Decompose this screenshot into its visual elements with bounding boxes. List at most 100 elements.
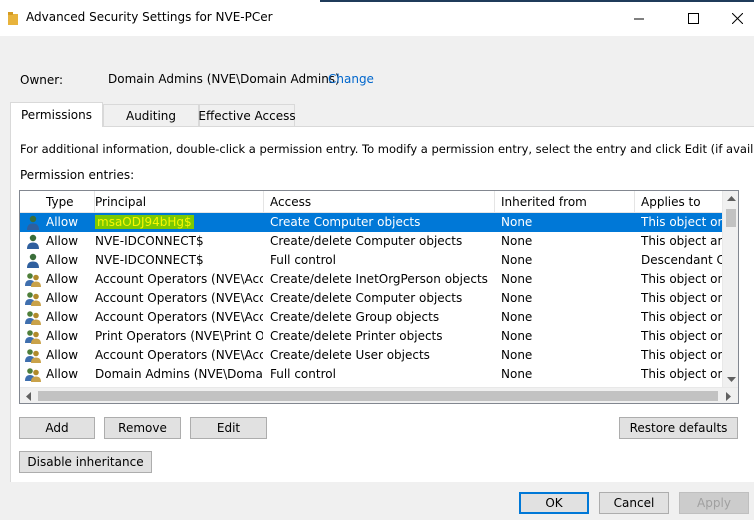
cell-type: Allow — [46, 348, 79, 362]
cell-applies-to: Descendant Co — [641, 253, 724, 267]
cell-principal: Domain Admins (NVE\Doma... — [95, 367, 263, 381]
cell-principal: Account Operators (NVE\Acc... — [95, 310, 263, 324]
permission-entries-label: Permission entries: — [20, 168, 135, 182]
owner-label: Owner: — [20, 73, 64, 87]
group-icon — [23, 270, 43, 289]
tab-permissions[interactable]: Permissions — [10, 102, 103, 127]
table-row[interactable]: Allow NVE-IDCONNECT$ Full control None Desce… — [20, 251, 724, 270]
cell-inherited-from: None — [501, 291, 533, 305]
vertical-scrollbar[interactable] — [722, 191, 738, 387]
scroll-left-icon[interactable] — [25, 392, 31, 401]
group-icon — [23, 289, 43, 308]
cell-access: Create Computer objects — [270, 215, 421, 229]
list-header: Type Principal Access Inherited from App… — [20, 191, 738, 213]
horizontal-scrollbar[interactable] — [20, 387, 738, 403]
group-icon — [23, 346, 43, 365]
cancel-button[interactable]: Cancel — [599, 492, 669, 514]
apply-button: Apply — [679, 492, 749, 514]
cell-access: Create/delete Printer objects — [270, 329, 443, 343]
column-header-type[interactable]: Type — [20, 191, 95, 213]
vertical-scroll-thumb[interactable] — [726, 209, 736, 227]
tab-effective-access[interactable]: Effective Access — [198, 104, 296, 126]
table-row[interactable]: Allow msaODJ94bHg$ Create Computer objects… — [20, 213, 724, 232]
taskbar-edge — [320, 0, 754, 2]
remove-button[interactable]: Remove — [104, 417, 181, 439]
table-row[interactable]: Allow Account Operators (NVE\Acc... Create… — [20, 289, 724, 308]
cell-access: Create/delete Computer objects — [270, 234, 463, 248]
cell-access: Create/delete Computer objects — [270, 291, 463, 305]
cell-type: Allow — [46, 234, 79, 248]
cell-type: Allow — [46, 253, 79, 267]
scroll-up-icon[interactable] — [727, 195, 736, 201]
horizontal-scroll-thumb[interactable] — [38, 391, 718, 401]
maximize-icon — [687, 12, 699, 24]
close-icon — [731, 12, 743, 24]
close-button[interactable] — [714, 4, 754, 32]
title-bar: Advanced Security Settings for NVE-PCer — [0, 0, 754, 36]
permission-entries-list[interactable]: Type Principal Access Inherited from App… — [19, 190, 739, 404]
cell-applies-to: This object only — [641, 367, 724, 381]
column-header-inherited-from[interactable]: Inherited from — [495, 191, 635, 213]
highlighted-principal: msaODJ94bHg$ — [95, 215, 194, 229]
cell-principal: Print Operators (NVE\Print O... — [95, 329, 263, 343]
folder-icon — [8, 12, 18, 25]
table-row[interactable]: Allow NVE-IDCONNECT$ Create/delete Compute… — [20, 232, 724, 251]
cell-applies-to: This object only — [641, 215, 724, 229]
table-row[interactable]: Allow Account Operators (NVE\Acc... Create… — [20, 346, 724, 365]
disable-inheritance-button[interactable]: Disable inheritance — [19, 451, 152, 473]
column-header-principal[interactable]: Principal — [89, 191, 264, 213]
column-header-access[interactable]: Access — [264, 191, 495, 213]
cell-principal: Account Operators (NVE\Acc... — [95, 348, 263, 362]
group-icon — [23, 365, 43, 384]
cell-inherited-from: None — [501, 310, 533, 324]
group-icon — [23, 308, 43, 327]
minimize-button[interactable] — [616, 4, 662, 32]
cell-access: Create/delete InetOrgPerson objects — [270, 272, 488, 286]
window-title: Advanced Security Settings for NVE-PCer — [26, 10, 273, 24]
cell-type: Allow — [46, 215, 79, 229]
cell-applies-to: This object only — [641, 272, 724, 286]
cell-inherited-from: None — [501, 215, 533, 229]
table-row[interactable]: Allow Domain Admins (NVE\Doma... Full cont… — [20, 365, 724, 384]
cell-applies-to: This object only — [641, 310, 724, 324]
cell-principal: msaODJ94bHg$ — [95, 213, 263, 232]
change-owner-link[interactable]: Change — [328, 72, 374, 86]
cell-access: Create/delete User objects — [270, 348, 430, 362]
ok-button[interactable]: OK — [519, 492, 589, 514]
cell-principal: Account Operators (NVE\Acc... — [95, 272, 263, 286]
scroll-down-icon[interactable] — [727, 377, 736, 383]
cell-type: Allow — [46, 310, 79, 324]
cell-access: Full control — [270, 253, 336, 267]
cell-inherited-from: None — [501, 272, 533, 286]
tab-auditing[interactable]: Auditing — [103, 104, 199, 126]
cell-inherited-from: None — [501, 234, 533, 248]
cell-access: Create/delete Group objects — [270, 310, 440, 324]
user-icon — [23, 232, 43, 251]
add-button[interactable]: Add — [19, 417, 95, 439]
cell-type: Allow — [46, 329, 79, 343]
table-row[interactable]: Allow Account Operators (NVE\Acc... Create… — [20, 270, 724, 289]
edit-button[interactable]: Edit — [190, 417, 267, 439]
cell-type: Allow — [46, 291, 79, 305]
table-row[interactable]: Allow Print Operators (NVE\Print O... Crea… — [20, 327, 724, 346]
cell-principal: NVE-IDCONNECT$ — [95, 253, 204, 267]
owner-value: Domain Admins (NVE\Domain Admins) — [108, 72, 340, 86]
user-icon — [23, 213, 43, 232]
info-text: For additional information, double-click… — [20, 142, 754, 156]
cell-type: Allow — [46, 367, 79, 381]
maximize-button[interactable] — [670, 4, 716, 32]
cell-applies-to: This object only — [641, 291, 724, 305]
scroll-right-icon[interactable] — [726, 392, 732, 401]
cell-inherited-from: None — [501, 348, 533, 362]
cell-principal: Account Operators (NVE\Acc... — [95, 291, 263, 305]
cell-principal: NVE-IDCONNECT$ — [95, 234, 204, 248]
user-icon — [23, 251, 43, 270]
cell-inherited-from: None — [501, 253, 533, 267]
cell-applies-to: This object only — [641, 348, 724, 362]
table-row[interactable]: Allow Account Operators (NVE\Acc... Create… — [20, 308, 724, 327]
restore-defaults-button[interactable]: Restore defaults — [619, 417, 738, 439]
cell-inherited-from: None — [501, 329, 533, 343]
column-header-applies-to[interactable]: Applies to — [635, 191, 725, 213]
cell-inherited-from: None — [501, 367, 533, 381]
cell-type: Allow — [46, 272, 79, 286]
